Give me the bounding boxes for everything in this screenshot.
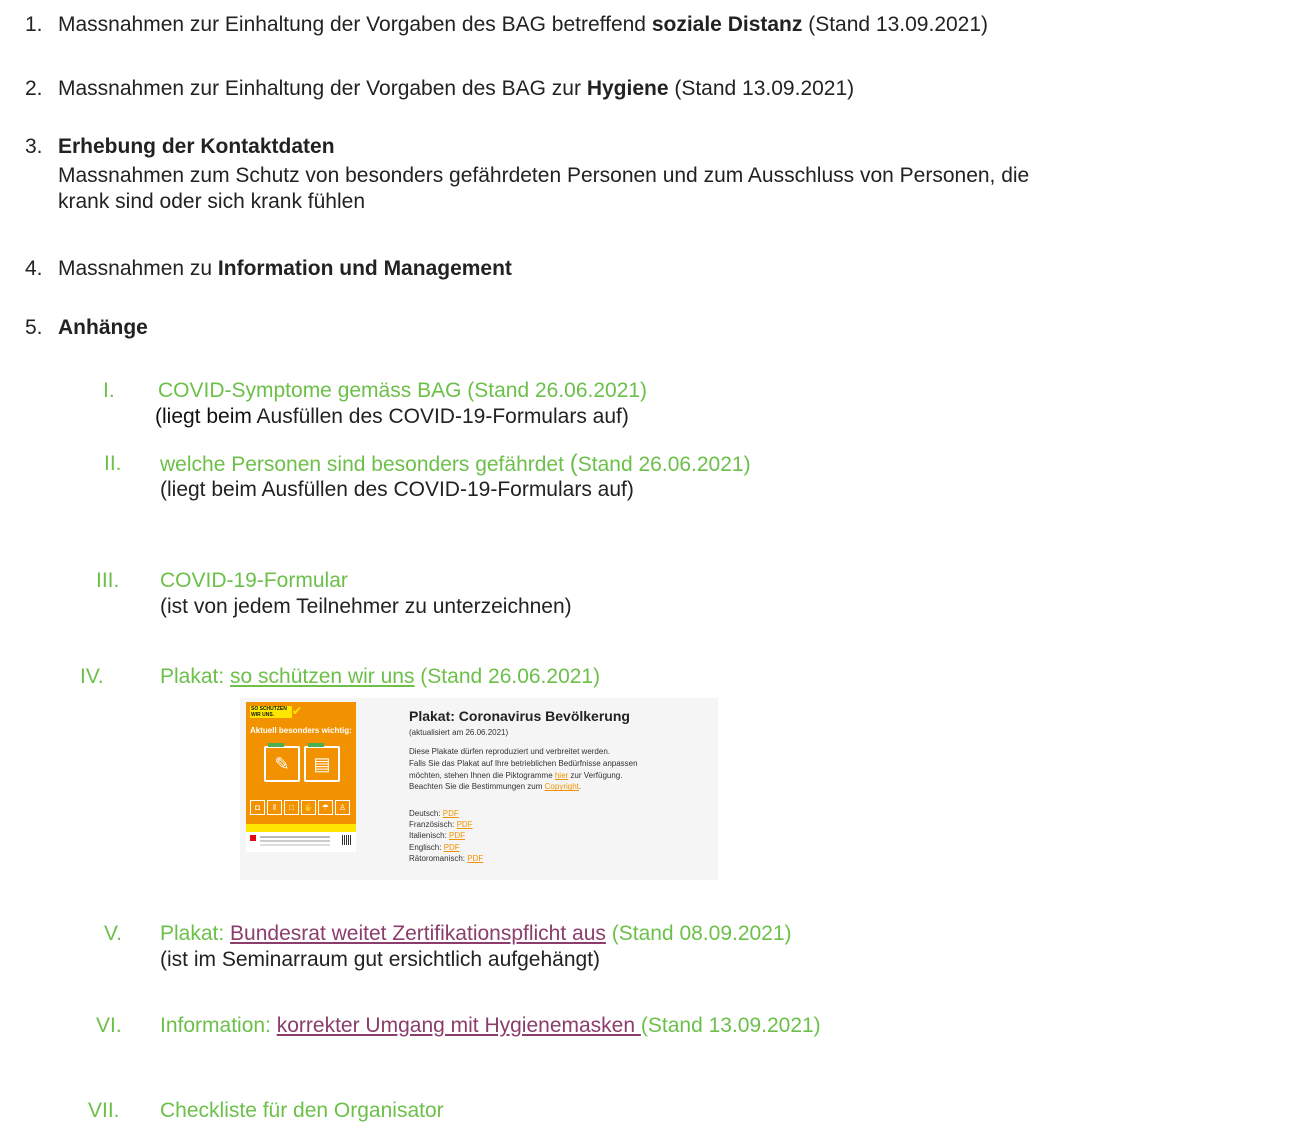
appendix-title: Plakat: Bundesrat weitet Zertifikationsp… — [160, 922, 792, 945]
item-text: Massnahmen zur Einhaltung der Vorgaben d… — [58, 77, 855, 100]
language-item: Französisch: PDF — [409, 820, 473, 830]
item-number: 4. — [25, 257, 43, 280]
distance-icon: ǁ — [267, 800, 282, 815]
item-text: Massnahmen zu Information und Management — [58, 257, 512, 280]
copyright-link[interactable]: Copyright — [545, 782, 579, 791]
item-number: 2. — [25, 77, 43, 100]
handwash-icon: ✋ — [301, 800, 316, 815]
poster-page-date: (aktualisiert am 26.06.2021) — [409, 728, 509, 737]
appendix-note: (ist von jedem Teilnehmer zu unterzeichn… — [160, 595, 572, 618]
checkmark-icon: ✔ — [292, 704, 303, 718]
language-item: Rätoromanisch: PDF — [409, 853, 484, 863]
pdf-link[interactable]: PDF — [449, 831, 465, 840]
appendix-number: I. — [103, 379, 115, 402]
syringe-pictogram: ✎ — [264, 743, 300, 782]
appendix-number: IV. — [80, 665, 104, 688]
poster-link[interactable]: so schützen wir uns — [230, 665, 414, 688]
language-item: Italienisch: PDF — [409, 831, 466, 841]
poster-headline: Aktuell besonders wichtig: — [250, 726, 352, 735]
language-item: Englisch: PDF — [409, 842, 460, 852]
pdf-link[interactable]: PDF — [444, 843, 460, 852]
certificate-link[interactable]: Bundesrat weitet Zertifikationspflicht a… — [230, 922, 606, 945]
test-icon: ▤ — [313, 754, 331, 774]
appendix-note: (ist im Seminarraum gut ersichtlich aufg… — [160, 948, 601, 971]
pdf-link[interactable]: PDF — [467, 854, 483, 863]
item-number: 5. — [25, 316, 43, 339]
poster-page-description: Diese Plakate dürfen reproduziert und ve… — [409, 747, 638, 792]
appendix-title: Checkliste für den Organisator — [160, 1099, 444, 1122]
pictogram-link[interactable]: hier — [555, 771, 568, 780]
poster-tag: SO SCHÜTZEN WIR UNS. — [250, 706, 292, 718]
appendix-note: (liegt beim Ausfüllen des COVID-19-Formu… — [155, 405, 629, 428]
poster-screenshot: SO SCHÜTZEN WIR UNS. ✔ Aktuell besonders… — [240, 698, 718, 880]
poster-image: SO SCHÜTZEN WIR UNS. ✔ Aktuell besonders… — [246, 702, 356, 852]
language-item: Deutsch: PDF — [409, 809, 459, 818]
item-text: krank sind oder sich krank fühlen — [58, 190, 365, 213]
item-number: 3. — [25, 135, 43, 158]
item-heading: Anhänge — [58, 316, 148, 339]
ventilate-icon: □ — [284, 800, 299, 815]
appendix-number: V. — [104, 922, 122, 945]
appendix-number: III. — [96, 569, 120, 592]
mask-icon: ◘ — [250, 800, 265, 815]
item-number: 1. — [25, 13, 43, 36]
appendix-title: COVID-Symptome gemäss BAG (Stand 26.06.2… — [158, 379, 648, 402]
mask-info-link[interactable]: korrekter Umgang mit Hygienemasken — [277, 1014, 641, 1037]
syringe-icon: ✎ — [274, 754, 290, 774]
appendix-title: Plakat: so schützen wir uns (Stand 26.06… — [160, 665, 601, 688]
appendix-number: VII. — [88, 1099, 120, 1122]
swiss-flag-icon — [250, 835, 256, 841]
appendix-number: II. — [104, 452, 122, 475]
appendix-number: VI. — [96, 1014, 122, 1037]
pdf-link[interactable]: PDF — [443, 809, 459, 818]
appendix-title: welche Personen sind besonders gefährdet… — [160, 450, 751, 477]
appendix-title: COVID-19-Formular — [160, 569, 348, 592]
item-text: Massnahmen zur Einhaltung der Vorgaben d… — [58, 13, 989, 36]
appendix-title: Information: korrekter Umgang mit Hygien… — [160, 1014, 821, 1037]
pdf-link[interactable]: PDF — [457, 820, 473, 829]
poster-page-title: Plakat: Coronavirus Bevölkerung — [409, 708, 630, 724]
language-list: Deutsch: PDF Französisch: PDF Italienisc… — [409, 808, 483, 864]
cough-icon: ☂ — [318, 800, 333, 815]
appendix-note: (liegt beim Ausfüllen des COVID-19-Formu… — [160, 478, 634, 501]
item-heading: Erhebung der Kontaktdaten — [58, 135, 335, 158]
qr-code-icon — [342, 835, 351, 845]
item-text: Massnahmen zum Schutz von besonders gefä… — [58, 164, 1030, 187]
isolation-icon: ♙ — [335, 800, 350, 815]
test-pictogram: ▤ — [304, 743, 340, 782]
